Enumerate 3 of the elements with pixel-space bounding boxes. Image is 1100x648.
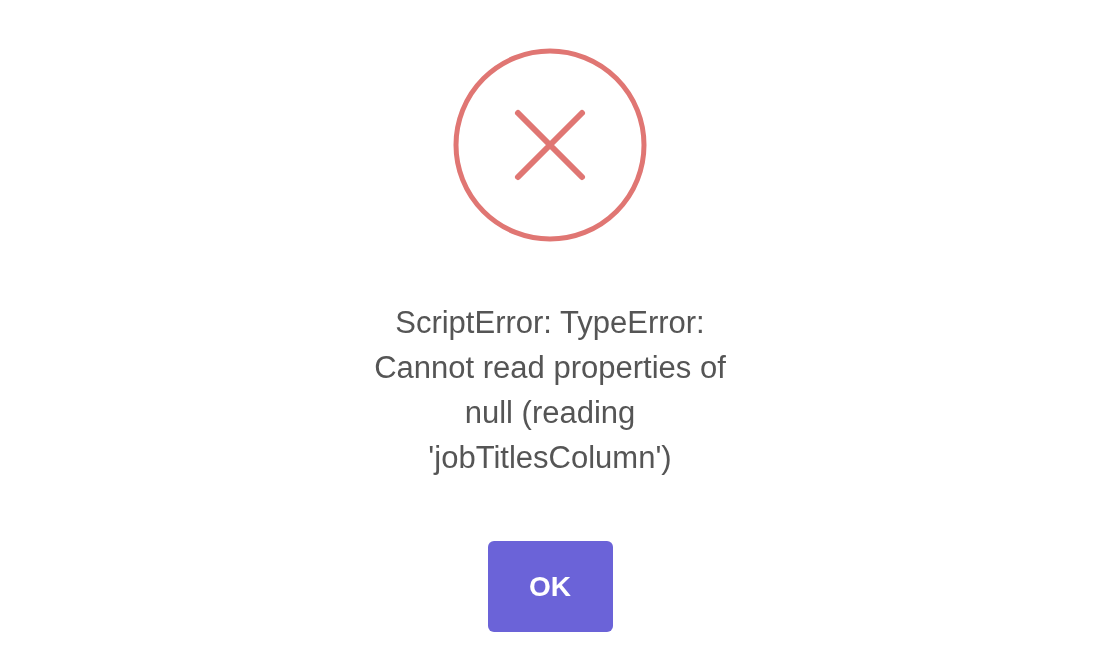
ok-button[interactable]: OK <box>487 541 613 632</box>
error-icon <box>452 47 648 243</box>
error-message: ScriptError: TypeError: Cannot read properties of null (reading 'jobTitlesColumn') <box>374 304 726 477</box>
